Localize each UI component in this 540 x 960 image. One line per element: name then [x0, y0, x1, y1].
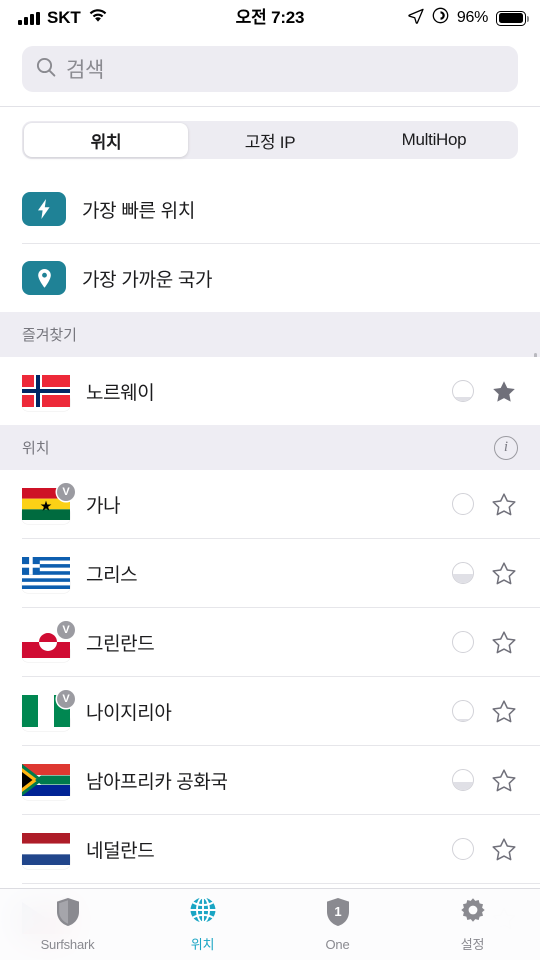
list-area: 가장 빠른 위치 가장 가까운 국가 즐겨찾기 노르웨이 위치 i V 가나 그… — [0, 175, 540, 952]
server-load-gauge — [452, 838, 474, 860]
flag-greenland: V — [22, 621, 75, 658]
flag-nigeria: V — [22, 690, 75, 727]
tab-surfshark[interactable]: Surfshark — [0, 897, 135, 952]
flag-image — [22, 557, 70, 593]
favorite-star-outline-icon[interactable] — [490, 837, 518, 861]
server-load-gauge — [452, 562, 474, 584]
tab-label: Surfshark — [40, 937, 95, 952]
flag-image — [22, 764, 70, 800]
tab-settings[interactable]: 설정 — [405, 896, 540, 953]
quick-actions: 가장 빠른 위치 가장 가까운 국가 — [0, 175, 540, 312]
status-bar: SKT 오전 7:23 96% — [0, 0, 540, 36]
list-item-netherlands[interactable]: 네덜란드 — [0, 815, 540, 883]
country-name: 노르웨이 — [86, 382, 155, 404]
quick-action-label: 가장 빠른 위치 — [82, 200, 196, 222]
quick-action-label: 가장 가까운 국가 — [82, 269, 213, 291]
tab-bar: Surfshark 위치 1 One 설정 — [0, 888, 540, 960]
server-load-gauge — [452, 700, 474, 722]
virtual-server-badge: V — [57, 690, 75, 708]
battery-full-icon — [496, 10, 529, 26]
favorite-star-outline-icon[interactable] — [490, 492, 518, 516]
flag-ghana: V — [22, 483, 75, 520]
list-item-nigeria[interactable]: V 나이지리아 — [0, 677, 540, 745]
flag-greece — [22, 557, 70, 589]
list-item-south-africa[interactable]: 남아프리카 공화국 — [0, 746, 540, 814]
country-name: 그리스 — [86, 564, 138, 586]
country-name: 네덜란드 — [86, 840, 155, 862]
shield-icon — [55, 897, 81, 932]
tab-locations-bottom[interactable]: 위치 — [135, 896, 270, 953]
quick-action-nearest-country[interactable]: 가장 가까운 국가 — [0, 244, 540, 312]
virtual-server-badge: V — [57, 483, 75, 501]
vpn-badge-icon — [432, 7, 449, 29]
flag-norway — [22, 375, 70, 407]
favorite-star-filled-icon[interactable] — [490, 380, 518, 403]
svg-text:1: 1 — [334, 904, 341, 919]
search-placeholder: 검색 — [66, 59, 105, 82]
mode-tabs-section: 위치 고정 IP MultiHop — [0, 107, 540, 175]
gear-icon — [459, 896, 487, 929]
lightning-bolt-icon — [22, 192, 66, 226]
section-header-locations: 위치 i — [0, 425, 540, 470]
status-bar-right: 96% — [408, 0, 529, 36]
flag-image — [22, 833, 70, 869]
section-header-favorites: 즐겨찾기 — [0, 312, 540, 357]
battery-percent-label: 96% — [456, 9, 488, 26]
favorite-star-outline-icon[interactable] — [490, 699, 518, 723]
app-screen: SKT 오전 7:23 96% 검색 위치 고정 IP MultiHop 가장 … — [0, 0, 540, 960]
search-input[interactable]: 검색 — [22, 46, 518, 92]
flag-image — [22, 626, 70, 662]
search-section: 검색 — [0, 36, 540, 106]
map-pin-icon — [22, 261, 66, 295]
shield-one-icon: 1 — [325, 897, 351, 932]
tab-label: One — [325, 937, 350, 952]
favorite-star-outline-icon[interactable] — [490, 768, 518, 792]
quick-action-fastest-location[interactable]: 가장 빠른 위치 — [0, 175, 540, 243]
flag-image — [22, 695, 70, 731]
mode-segmented-control[interactable]: 위치 고정 IP MultiHop — [22, 121, 518, 159]
country-name: 남아프리카 공화국 — [86, 771, 228, 793]
tab-label: 설정 — [460, 937, 485, 952]
country-name: 그린란드 — [86, 633, 155, 655]
list-item-greenland[interactable]: V 그린란드 — [0, 608, 540, 676]
virtual-server-badge: V — [57, 621, 75, 639]
flag-image — [22, 488, 70, 524]
tab-static-ip[interactable]: 고정 IP — [188, 123, 352, 157]
server-load-gauge — [452, 631, 474, 653]
server-load-gauge — [452, 493, 474, 515]
server-load-gauge — [452, 769, 474, 791]
globe-icon — [189, 896, 217, 929]
country-name: 나이지리아 — [86, 702, 172, 724]
flag-south-africa — [22, 764, 70, 796]
list-item-ghana[interactable]: V 가나 — [0, 470, 540, 538]
tab-label: 위치 — [190, 937, 215, 952]
tab-one[interactable]: 1 One — [270, 897, 405, 952]
tab-locations[interactable]: 위치 — [24, 123, 188, 157]
location-arrow-icon — [408, 8, 424, 29]
list-item-norway[interactable]: 노르웨이 — [0, 357, 540, 425]
search-icon — [35, 56, 57, 83]
section-title: 위치 — [22, 440, 50, 457]
section-title: 즐겨찾기 — [22, 327, 77, 344]
flag-image — [22, 375, 70, 411]
country-name: 가나 — [86, 495, 121, 517]
server-load-gauge — [452, 380, 474, 402]
list-item-greece[interactable]: 그리스 — [0, 539, 540, 607]
flag-netherlands — [22, 833, 70, 865]
tab-multihop[interactable]: MultiHop — [352, 123, 516, 157]
favorite-star-outline-icon[interactable] — [490, 561, 518, 585]
info-circle-icon[interactable]: i — [494, 435, 518, 460]
favorite-star-outline-icon[interactable] — [490, 630, 518, 654]
